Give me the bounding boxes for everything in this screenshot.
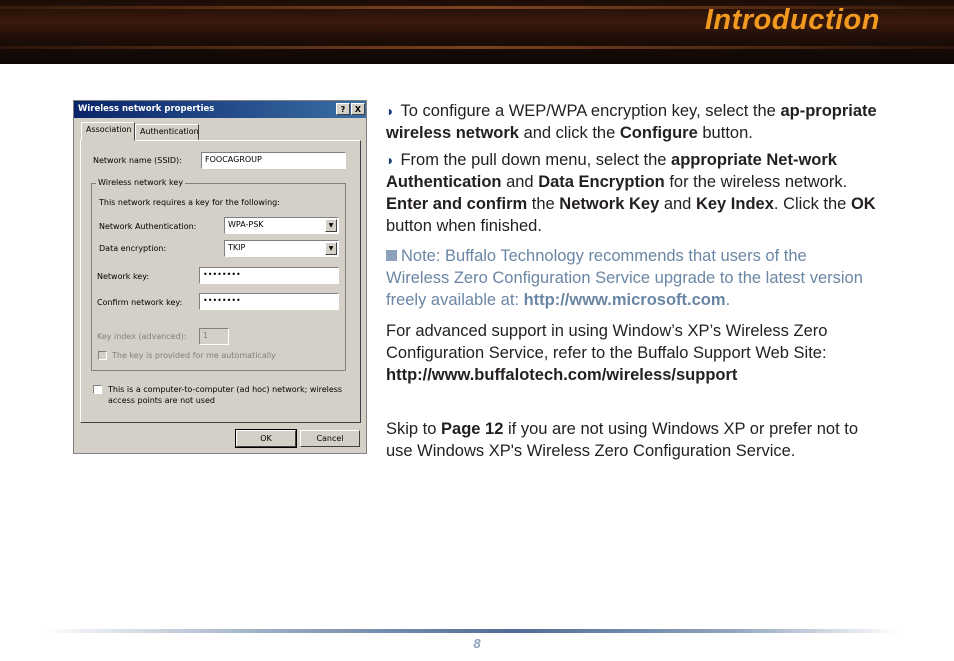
text: To configure a WEP/WPA encryption key, s…	[400, 102, 781, 120]
key-label: Network key:	[97, 272, 150, 281]
instruction-configure: ◗ To configure a WEP/WPA encryption key, …	[386, 100, 886, 144]
text: for the wireless network.	[664, 173, 848, 191]
support-paragraph: For advanced support in using Window’s X…	[386, 320, 881, 386]
text-bold: Data Encryption	[538, 173, 665, 191]
tab-authentication[interactable]: Authentication	[135, 124, 199, 140]
enc-select[interactable]: TKIP ▼	[224, 240, 339, 257]
network-name-field[interactable]: FOOCAGROUP	[201, 152, 346, 169]
adhoc-label-line2: access points are not used	[108, 396, 215, 405]
text: For advanced support in using Window’s X…	[386, 322, 828, 362]
enc-label: Data encryption:	[99, 244, 167, 253]
close-button[interactable]: X	[351, 103, 365, 115]
skip-paragraph: Skip to Page 12 if you are not using Win…	[386, 418, 866, 462]
page-title: Introduction	[704, 4, 880, 36]
auth-select[interactable]: WPA-PSK ▼	[224, 217, 339, 234]
chevron-down-icon: ▼	[325, 242, 337, 255]
help-button[interactable]: ?	[336, 103, 350, 115]
adhoc-checkbox[interactable]	[93, 385, 102, 394]
key-index-spinner[interactable]: 1	[199, 328, 229, 345]
dialog-titlebar: Wireless network properties ? X	[74, 101, 366, 118]
bullet-icon: ◗	[386, 103, 395, 119]
text: From the pull down menu, select the	[400, 151, 672, 169]
wireless-key-group: Wireless network key This network requir…	[91, 178, 346, 371]
group-label: Wireless network key	[96, 178, 186, 187]
tab-association[interactable]: Association	[81, 122, 135, 141]
text-bold: Configure	[619, 124, 698, 142]
microsoft-link[interactable]: http://www.microsoft.com	[524, 291, 726, 309]
text: and	[659, 195, 696, 213]
network-key-field[interactable]: ••••••••	[199, 267, 339, 284]
buffalo-support-link[interactable]: http://www.buffalotech.com/wireless/supp…	[386, 366, 737, 384]
wireless-properties-dialog: Wireless network properties ? X Associat…	[73, 100, 367, 454]
chevron-down-icon: ▼	[325, 219, 337, 232]
confirm-key-field[interactable]: ••••••••	[199, 293, 339, 310]
text-bold: Page 12	[441, 420, 504, 438]
ok-button[interactable]: OK	[235, 429, 297, 448]
text: button.	[697, 124, 753, 142]
dialog-title: Wireless network properties	[78, 104, 215, 114]
requires-text: This network requires a key for the foll…	[99, 198, 280, 207]
instruction-pulldown: ◗ From the pull down menu, select the app…	[386, 149, 886, 237]
text: . Click the	[773, 195, 851, 213]
banner-stripe	[0, 46, 954, 49]
bullet-icon: ◗	[386, 152, 395, 168]
page-number: 8	[473, 636, 481, 651]
auth-label: Network Authentication:	[99, 222, 197, 231]
text-bold: Enter and confirm	[386, 195, 528, 213]
text-bold: Network Key	[559, 195, 660, 213]
auto-key-checkbox[interactable]	[98, 351, 107, 360]
note-paragraph: Note: Buffalo Technology recommends that…	[386, 245, 866, 311]
auto-key-label: The key is provided for me automatically	[112, 351, 276, 360]
network-name-label: Network name (SSID):	[93, 156, 182, 165]
text: .	[725, 291, 731, 309]
footer-divider	[40, 629, 900, 633]
association-panel: Network name (SSID): FOOCAGROUP Wireless…	[80, 140, 361, 423]
text-bold: Key Index	[695, 195, 774, 213]
confirm-label: Confirm network key:	[97, 298, 183, 307]
text: Skip to	[386, 420, 442, 438]
header-banner: Introduction	[0, 0, 954, 64]
auth-value: WPA-PSK	[228, 220, 264, 229]
text: and	[501, 173, 539, 191]
text-bold: OK	[850, 195, 876, 213]
text: and click the	[518, 124, 620, 142]
text: button when finished.	[386, 217, 542, 235]
note-square-icon	[386, 250, 397, 261]
text: the	[527, 195, 560, 213]
adhoc-label-line1: This is a computer-to-computer (ad hoc) …	[108, 385, 343, 394]
enc-value: TKIP	[228, 243, 246, 252]
cancel-button[interactable]: Cancel	[300, 430, 360, 447]
key-index-label: Key index (advanced):	[97, 332, 187, 341]
